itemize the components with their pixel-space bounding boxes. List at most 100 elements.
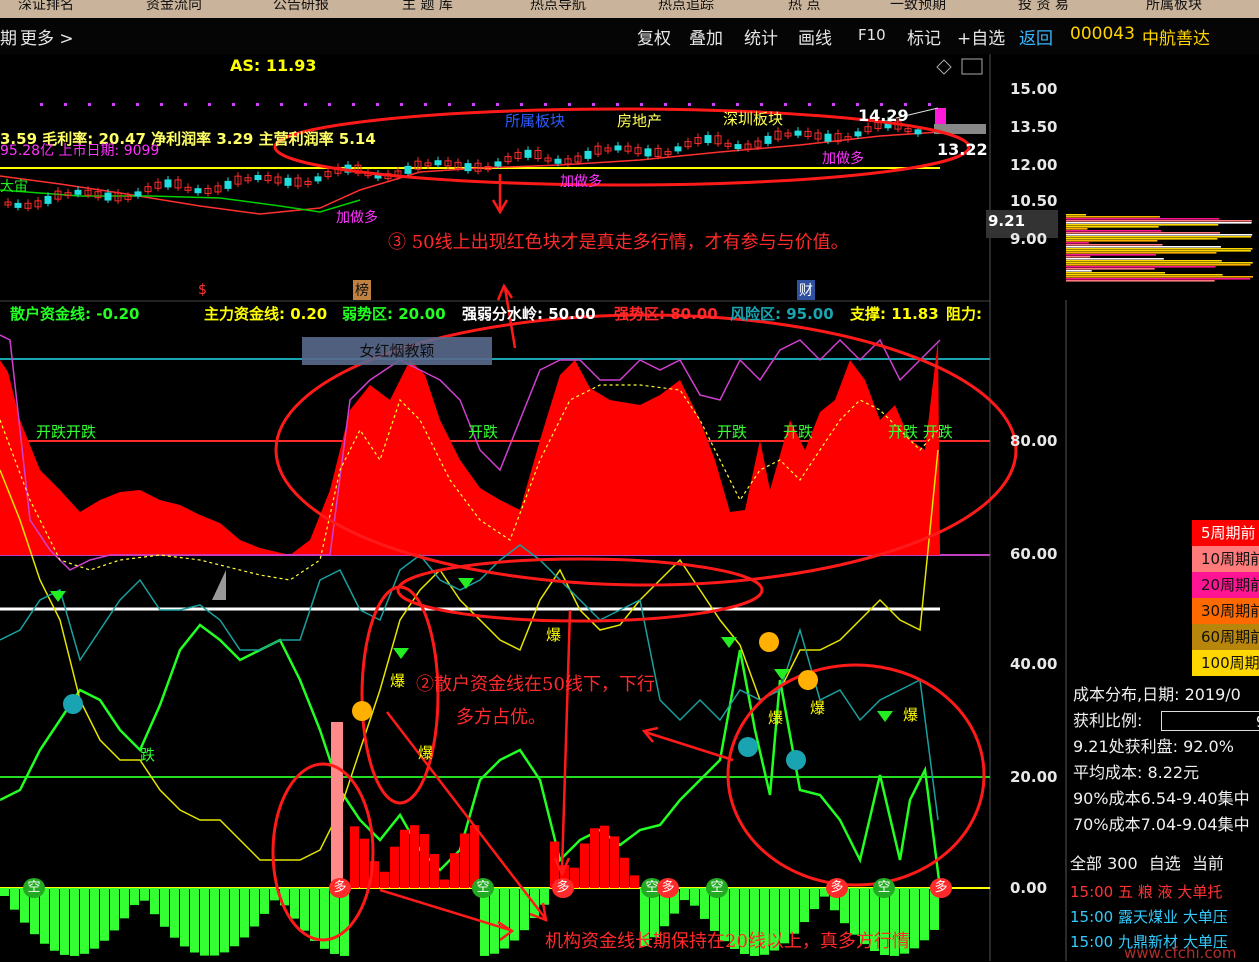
histogram-bar	[450, 853, 459, 888]
price-axis-label: 12.00	[1010, 156, 1058, 174]
histogram-bar	[460, 833, 469, 888]
f10-button[interactable]: F10	[858, 26, 886, 44]
chip-bar	[1066, 254, 1157, 256]
sector-tag[interactable]: 房地产	[617, 110, 662, 131]
histogram-bar	[800, 888, 809, 923]
histogram-bar	[90, 888, 99, 949]
histogram-bar	[160, 888, 169, 927]
list-tabs: 全部 300 自选 当前	[1070, 850, 1224, 874]
histogram-bar	[50, 888, 59, 951]
magenta-dot	[808, 103, 811, 106]
signal-open-fall: 开跌	[717, 423, 748, 441]
mark-button[interactable]: 标记	[907, 24, 941, 49]
event-marker-finance[interactable]: 财	[797, 280, 815, 300]
histogram-bar	[220, 888, 229, 953]
chip-bar	[1066, 248, 1253, 250]
chip-bar	[1066, 266, 1216, 268]
chip-bar	[1066, 258, 1164, 260]
histogram-bar	[40, 888, 49, 944]
histogram-bar	[300, 888, 309, 931]
chip-bar	[1066, 218, 1220, 220]
chip-bar	[1066, 228, 1088, 230]
magenta-dot	[664, 103, 667, 106]
chip-bar	[1066, 278, 1251, 280]
nav-item[interactable]: 热点导航	[530, 0, 586, 14]
magenta-dot	[88, 103, 91, 106]
stock-code: 000043	[1070, 24, 1135, 44]
nav-item[interactable]: 热 点	[788, 0, 820, 14]
draw-line-button[interactable]: 画线	[798, 24, 832, 49]
more-button[interactable]: 更多 >	[20, 24, 74, 49]
add-long-tag: 加做多	[560, 174, 602, 190]
stats-button[interactable]: 统计	[744, 24, 778, 49]
magenta-dot	[400, 103, 403, 106]
chip-bar	[1066, 236, 1252, 238]
ticker-row[interactable]: 15:00 五 粮 液 大单托	[1070, 880, 1259, 905]
magenta-dot	[760, 103, 763, 106]
cost-date: 成本分布,日期: 2019/0	[1073, 685, 1241, 704]
signal-burst: 爆	[810, 699, 826, 717]
chip-bar	[1066, 240, 1158, 242]
tab-watchlist[interactable]: 自选	[1149, 854, 1181, 873]
magenta-dot	[376, 103, 379, 106]
histogram-bar	[390, 846, 399, 888]
profit-ratio-label: 获利比例:	[1073, 711, 1143, 730]
average-cost: 平均成本: 8.22元	[1073, 763, 1200, 782]
chip-bar	[1066, 252, 1217, 254]
restore-rights-button[interactable]: 复权	[637, 24, 671, 49]
histogram-bar	[260, 888, 269, 914]
orange-circle-marker	[798, 670, 818, 690]
support-value: 支撑: 11.83	[850, 305, 939, 323]
chip-bar	[1066, 250, 1251, 252]
nav-item[interactable]: 公告研报	[273, 0, 329, 14]
signal-open-fall: 开跌开跌	[36, 423, 97, 441]
chip-bar	[1066, 230, 1162, 232]
overlay-button[interactable]: 叠加	[689, 24, 723, 49]
cost-70: 70%成本7.04-9.04集中	[1073, 815, 1250, 834]
histogram-bar	[180, 888, 189, 947]
profit-ratio-row: 获利比例: 9	[1073, 708, 1259, 734]
histogram-bar	[290, 888, 299, 919]
back-button[interactable]: 返回	[1019, 24, 1053, 49]
nav-item[interactable]: 所属板块	[1146, 0, 1202, 14]
histogram-bar	[540, 888, 549, 905]
window-toggle-icon	[961, 58, 983, 75]
overlay-label-box[interactable]: 女红烟教颖	[302, 337, 492, 365]
nav-item[interactable]: 投 资 易	[1018, 0, 1069, 14]
period-label[interactable]: 期	[0, 24, 17, 49]
cost-distribution-panel: 成本分布,日期: 2019/0 获利比例: 9 9.21处获利盘: 92.0% …	[1073, 682, 1259, 838]
magenta-dot	[136, 103, 139, 106]
magenta-dot	[232, 103, 235, 106]
sector-tag[interactable]: 深圳板块	[723, 108, 783, 129]
sector-tag[interactable]: 所属板块	[505, 110, 565, 131]
magenta-dot	[688, 103, 691, 106]
long-signal-marker: 多	[657, 878, 679, 898]
watermark: www.cfchi.com	[1124, 944, 1237, 962]
nav-item[interactable]: 深证排名	[18, 0, 74, 14]
nav-item[interactable]: 一致预期	[890, 0, 946, 14]
ticker-row[interactable]: 15:00 露天煤业 大单压	[1070, 905, 1259, 930]
tab-current[interactable]: 当前	[1192, 854, 1224, 873]
histogram-bar	[580, 843, 589, 888]
event-marker-dollar[interactable]: $	[198, 282, 207, 298]
weak-zone-value: 弱势区: 20.00	[342, 305, 446, 323]
histogram-bar	[350, 826, 359, 888]
magenta-dot	[568, 103, 571, 106]
orange-circle-marker	[352, 701, 372, 721]
chip-distribution	[1066, 214, 1254, 282]
indicator-axis-label: 20.00	[1010, 768, 1058, 786]
add-watchlist-button[interactable]: +自选	[957, 24, 1005, 49]
as-value: AS: 11.93	[230, 56, 317, 75]
magenta-dot	[592, 103, 595, 106]
resist-value: 阻力:	[946, 305, 982, 323]
histogram-bar	[400, 829, 409, 888]
nav-item[interactable]: 资金流向	[146, 0, 202, 14]
nav-item[interactable]: 热点追踪	[658, 0, 714, 14]
magenta-dot	[640, 103, 643, 106]
magenta-dot	[352, 103, 355, 106]
nav-item[interactable]: 主 题 库	[402, 0, 453, 14]
event-marker-rank[interactable]: 榜	[353, 280, 371, 300]
teal-circle-marker	[786, 750, 806, 770]
tab-all[interactable]: 全部 300	[1070, 854, 1138, 873]
listing-info-line: 95.28亿 上市日期: 9099	[0, 143, 160, 159]
